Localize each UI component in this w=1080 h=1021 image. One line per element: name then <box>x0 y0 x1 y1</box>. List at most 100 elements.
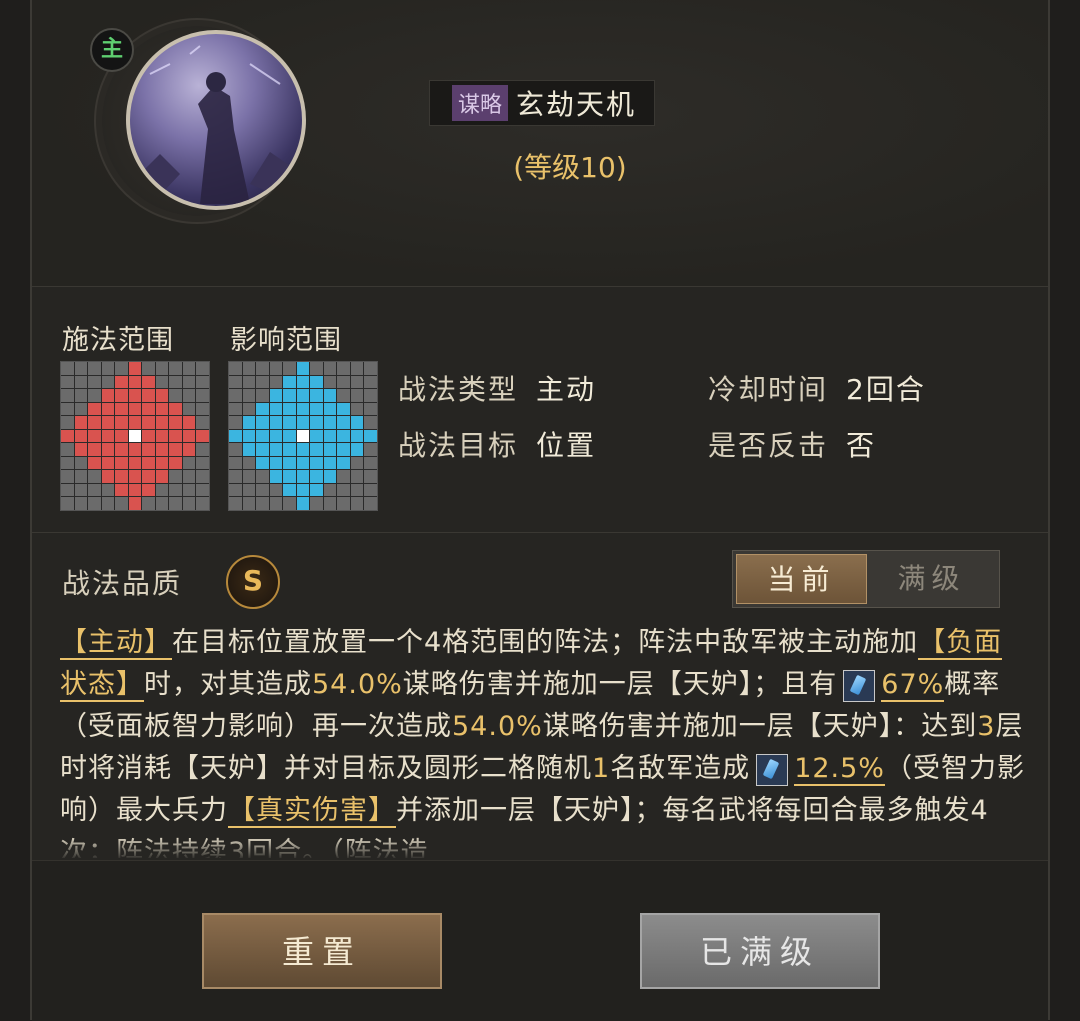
grid-cell <box>128 362 142 375</box>
grid-cell <box>128 416 142 429</box>
grid-cell <box>128 389 142 402</box>
grid-cell <box>296 416 310 429</box>
desc-number: 54.0% <box>452 711 543 742</box>
grid-cell <box>115 375 128 389</box>
grid-cell <box>350 416 364 429</box>
grid-cell <box>323 375 337 389</box>
grid-cell <box>196 497 209 510</box>
grid-cell <box>229 497 242 510</box>
desc-number: 67% <box>881 669 945 702</box>
grid-cell <box>337 456 350 470</box>
grid-cell <box>115 429 128 443</box>
grid-cell <box>256 362 269 375</box>
grid-cell <box>323 443 337 456</box>
grid-cell <box>296 470 310 483</box>
grid-cell <box>88 375 101 389</box>
quality-label: 战法品质 <box>62 567 183 600</box>
skill-header: 主 谋略 玄劫天机 (等级10) <box>32 0 1048 287</box>
grid-cell <box>242 362 256 375</box>
grid-cell <box>142 483 155 497</box>
grid-cell <box>182 375 196 389</box>
reset-button[interactable]: 重置 <box>202 913 442 989</box>
info-key: 战法类型 <box>398 373 519 406</box>
grid-cell <box>155 389 169 402</box>
grid-cell <box>256 483 269 497</box>
grid-cell <box>242 375 256 389</box>
grid-cell <box>61 402 74 416</box>
grid-cell <box>283 362 296 375</box>
grid-cell <box>101 402 115 416</box>
grid-cell <box>242 483 256 497</box>
grid-cell <box>115 483 128 497</box>
cast-range-grid <box>60 361 210 511</box>
desc-keyword: 【主动】 <box>60 627 172 660</box>
skill-type-tag: 谋略 <box>452 85 509 121</box>
grid-cell <box>310 375 323 389</box>
grid-cell <box>88 497 101 510</box>
maxed-button[interactable]: 已满级 <box>640 913 880 989</box>
grid-cell <box>88 483 101 497</box>
grid-cell <box>142 497 155 510</box>
grid-cell <box>242 429 256 443</box>
grid-cell <box>337 429 350 443</box>
grid-cell <box>350 470 364 483</box>
grid-cell <box>269 456 283 470</box>
grid-cell <box>269 483 283 497</box>
info-value: 2回合 <box>846 373 926 406</box>
grid-cell <box>155 429 169 443</box>
grid-cell <box>182 483 196 497</box>
grid-cell <box>115 362 128 375</box>
grid-cell <box>155 416 169 429</box>
grid-cell <box>115 402 128 416</box>
grid-cell <box>101 416 115 429</box>
grid-cell <box>74 362 88 375</box>
grid-cell <box>364 389 377 402</box>
grid-cell <box>88 402 101 416</box>
grid-cell <box>142 443 155 456</box>
grid-cell <box>323 389 337 402</box>
grid-cell <box>74 402 88 416</box>
grid-cell <box>115 497 128 510</box>
grid-cell <box>74 389 88 402</box>
grid-cell <box>74 483 88 497</box>
grid-cell <box>269 402 283 416</box>
main-skill-badge: 主 <box>90 28 134 72</box>
grid-cell <box>115 389 128 402</box>
grid-cell <box>364 375 377 389</box>
desc-text: 在目标位置放置一个4格范围的阵法；阵法中敌军被主动施加 <box>172 627 919 658</box>
grid-cell <box>74 497 88 510</box>
skill-description[interactable]: 【主动】在目标位置放置一个4格范围的阵法；阵法中敌军被主动施加【负面状态】时，对… <box>60 622 1030 858</box>
grid-cell <box>155 402 169 416</box>
grid-cell <box>182 456 196 470</box>
grid-cell <box>196 429 209 443</box>
grid-cell <box>196 389 209 402</box>
grid-cell <box>128 443 142 456</box>
tab-max-level[interactable]: 满级 <box>867 554 996 604</box>
desc-number: 12.5% <box>794 753 885 786</box>
grid-cell <box>256 497 269 510</box>
grid-cell <box>364 362 377 375</box>
grid-cell <box>61 497 74 510</box>
grid-cell <box>242 416 256 429</box>
grid-cell <box>74 470 88 483</box>
grid-cell <box>310 483 323 497</box>
quality-grade-badge: S <box>226 555 280 609</box>
grid-cell <box>296 443 310 456</box>
grid-cell <box>196 375 209 389</box>
grid-cell <box>196 483 209 497</box>
grid-cell <box>350 362 364 375</box>
tab-current[interactable]: 当前 <box>736 554 867 604</box>
info-skill-type: 战法类型 主动 <box>398 368 596 408</box>
grid-cell <box>128 456 142 470</box>
grid-cell <box>337 362 350 375</box>
grid-cell <box>323 402 337 416</box>
grid-cell <box>364 416 377 429</box>
grid-cell <box>269 362 283 375</box>
grid-cell <box>169 429 182 443</box>
level-toggle: 当前 满级 <box>732 550 1000 608</box>
grid-cell <box>350 483 364 497</box>
desc-text: 名敌军造成 <box>610 753 751 784</box>
intelligence-icon <box>756 753 789 786</box>
info-key: 是否反击 <box>708 429 829 462</box>
grid-cell <box>155 483 169 497</box>
